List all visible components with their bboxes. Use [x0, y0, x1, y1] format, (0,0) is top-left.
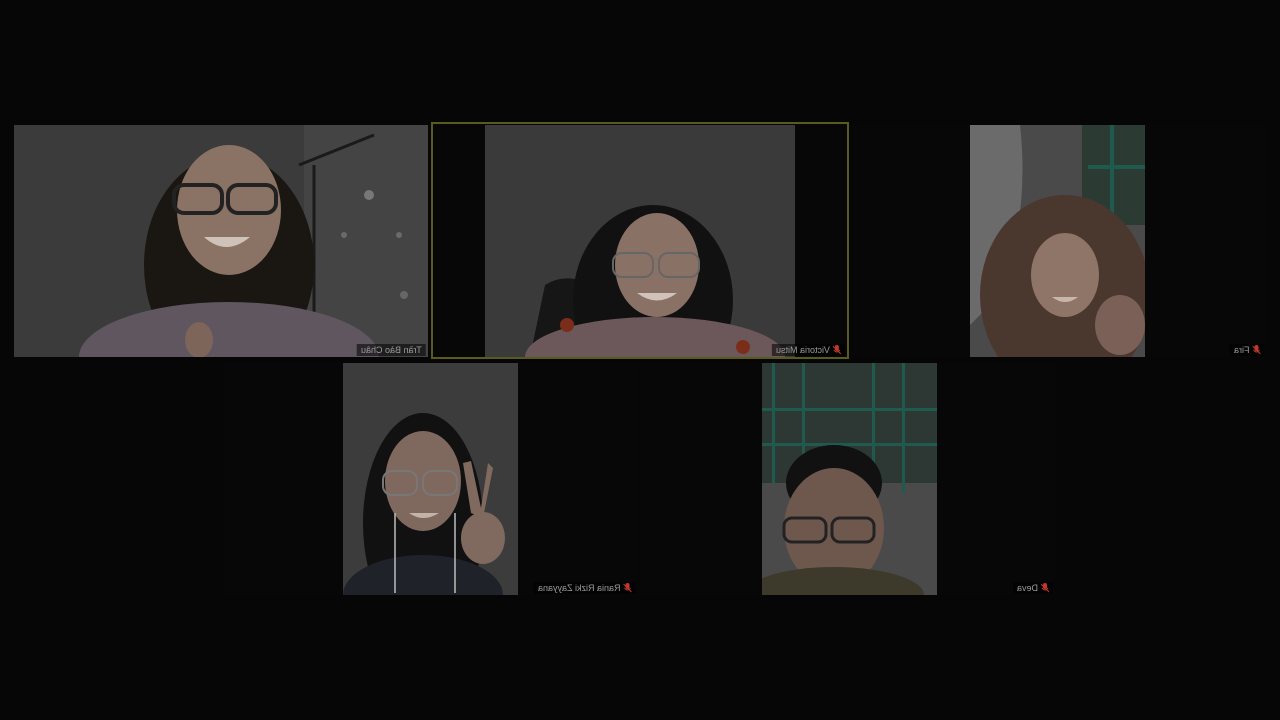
participant-name-tag: Rania Rizki Zayyana	[534, 582, 636, 594]
participant-video-image	[343, 363, 518, 595]
video-tile-tran-bao-chau[interactable]: Trần Bảo Châu	[14, 125, 428, 357]
video-feed	[970, 125, 1145, 357]
participant-name-tag: Deva	[1012, 582, 1053, 594]
participant-name: Rania Rizki Zayyana	[538, 583, 621, 593]
video-tile-victoria-mitsu[interactable]: Victoria Mitsu	[431, 122, 849, 359]
participant-video-image	[762, 363, 937, 595]
participant-name-tag: Fira	[1229, 344, 1264, 356]
participant-name: Trần Bảo Châu	[361, 345, 422, 355]
mic-muted-icon	[624, 583, 632, 593]
participant-video-image	[970, 125, 1145, 357]
video-feed	[14, 125, 428, 357]
video-tile-fira[interactable]: Fira	[852, 125, 1266, 357]
mic-muted-icon	[1252, 345, 1260, 355]
video-tile-rania-rizki-zayyana[interactable]: Rania Rizki Zayyana	[225, 363, 638, 595]
participant-name-tag: Trần Bảo Châu	[357, 344, 426, 356]
participant-name-tag: Victoria Mitsu	[772, 344, 845, 356]
mic-muted-icon	[1041, 583, 1049, 593]
participant-video-image	[14, 125, 428, 357]
participant-name: Fira	[1233, 345, 1250, 355]
active-speaker-border	[431, 122, 849, 359]
video-feed	[343, 363, 518, 595]
participant-name: Victoria Mitsu	[776, 345, 830, 355]
video-feed	[762, 363, 937, 595]
mic-muted-icon	[833, 345, 841, 355]
participant-name: Deva	[1016, 583, 1038, 593]
video-tile-deva[interactable]: Deva	[641, 363, 1055, 595]
